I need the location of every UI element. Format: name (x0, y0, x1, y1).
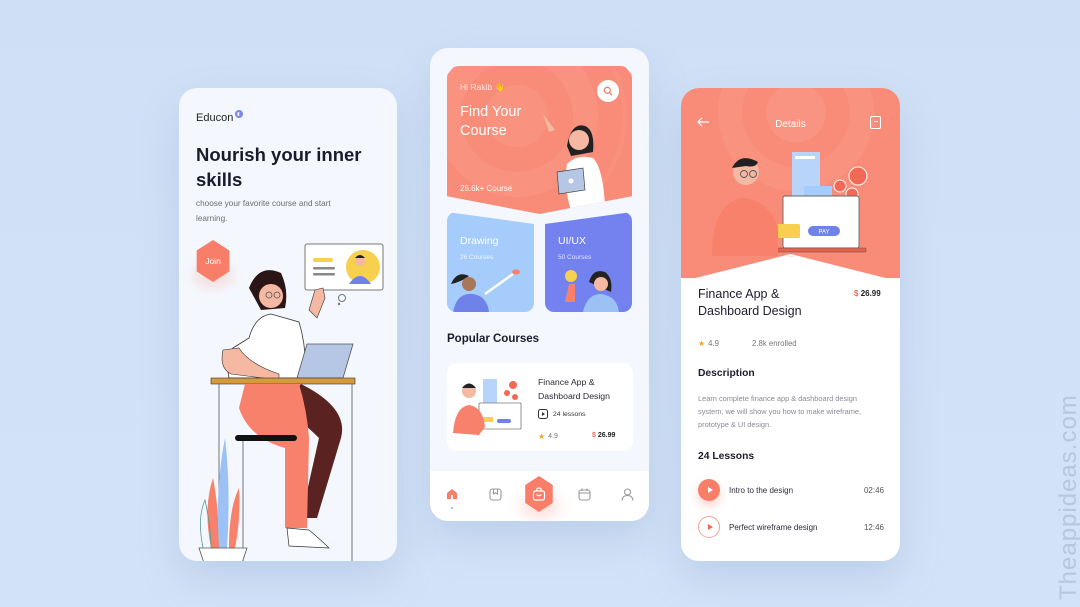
uiux-illustration (565, 270, 619, 312)
lesson-duration: 02:46 (863, 485, 884, 495)
drawing-illustration (451, 269, 520, 312)
plant-decoration (198, 438, 248, 561)
lesson-name: Intro to the design (729, 485, 794, 495)
bottom-navigation (430, 471, 649, 521)
bookmark-button[interactable] (870, 116, 881, 129)
nav-home[interactable] (445, 487, 459, 501)
finance-payment-illustration: PAY (712, 152, 868, 256)
woman-at-laptop-illustration (198, 243, 384, 561)
category-card-drawing[interactable]: Drawing 26 Courses (447, 212, 534, 312)
play-icon (707, 524, 713, 530)
course-title: Finance App & Dashboard Design (538, 377, 610, 401)
lessons-heading: 24 Lessons (698, 451, 755, 462)
woman-with-tablet-illustration (543, 114, 607, 214)
find-course-banner[interactable]: Hi Rakib 👋 Find Your Course 25.6k+ Cours… (447, 66, 632, 214)
pay-label: PAY (818, 230, 829, 236)
search-button[interactable] (597, 80, 619, 102)
course-price: $ 26.99 (592, 432, 615, 439)
active-indicator (451, 507, 453, 509)
nav-profile[interactable] (620, 487, 634, 501)
nav-saved[interactable] (488, 487, 502, 501)
play-button[interactable] (698, 516, 720, 538)
price-value: 26.99 (597, 432, 616, 439)
course-lessons: 24 lessons (538, 409, 586, 419)
course-details-screen: PAY Details Finance App & Dashboard Desi… (681, 88, 900, 561)
currency-symbol: $ (854, 289, 859, 298)
finance-course-thumbnail (453, 379, 522, 435)
play-square-icon (538, 409, 548, 419)
lessons-count: 24 lessons (553, 410, 586, 418)
enrolled-count: 2.8k enrolled (752, 339, 797, 348)
course-price: $ 26.99 (854, 289, 881, 298)
category-card-uiux[interactable]: UI/UX 50 Courses (545, 212, 632, 312)
price-value: 26.99 (860, 289, 881, 298)
rating-value: 4.9 (708, 339, 720, 348)
play-icon (707, 487, 713, 493)
lesson-duration: 12:46 (863, 522, 884, 532)
category-title: Drawing (460, 235, 499, 247)
home-icon (447, 489, 457, 499)
rating-value: 4.9 (548, 433, 558, 440)
lesson-item[interactable]: Perfect wireframe design 12:46 (698, 516, 884, 538)
home-screen: Hi Rakib 👋 Find Your Course 25.6k+ Cours… (430, 48, 649, 521)
play-button[interactable] (698, 479, 720, 501)
category-count: 50 Courses (558, 254, 592, 261)
nav-calendar[interactable] (577, 487, 591, 501)
course-rating: ★ 4.9 (538, 432, 558, 441)
details-title: Details (775, 119, 806, 130)
onboarding-subtitle: choose your favorite course and start le… (196, 199, 331, 223)
description-heading: Description (698, 368, 755, 379)
profile-icon (620, 487, 634, 501)
course-count: 25.6k+ Course (460, 184, 513, 193)
star-icon: ★ (698, 339, 706, 348)
onboarding-title: Nourish your inner skills (196, 144, 362, 190)
brand-name: Educon (196, 112, 234, 124)
lesson-item[interactable]: Intro to the design 02:46 (698, 479, 884, 501)
course-rating: ★ 4.9 (698, 339, 719, 348)
details-header: PAY Details (681, 88, 900, 278)
star-icon: ★ (538, 432, 546, 441)
greeting: Hi Rakib 👋 (460, 82, 506, 92)
category-count: 26 Courses (460, 254, 494, 261)
course-title: Finance App & Dashboard Design (698, 287, 802, 318)
bag-icon (532, 487, 546, 501)
description-text: Learn complete finance app & dashboard d… (698, 394, 862, 429)
watermark: Theappideas.com (1055, 394, 1080, 600)
popular-courses-heading: Popular Courses (447, 333, 540, 345)
brand-moon-icon (235, 110, 244, 118)
search-icon (603, 86, 613, 96)
bookmark-icon (488, 487, 502, 501)
onboarding-screen: Educon Nourish your inner skills choose … (179, 88, 397, 561)
brand-logo: Educon (196, 110, 244, 124)
lesson-name: Perfect wireframe design (729, 522, 818, 532)
popular-course-card[interactable]: Finance App & Dashboard Design 24 lesson… (447, 363, 633, 451)
currency-symbol: $ (592, 432, 596, 439)
category-title: UI/UX (558, 235, 587, 247)
calendar-icon (577, 488, 591, 501)
